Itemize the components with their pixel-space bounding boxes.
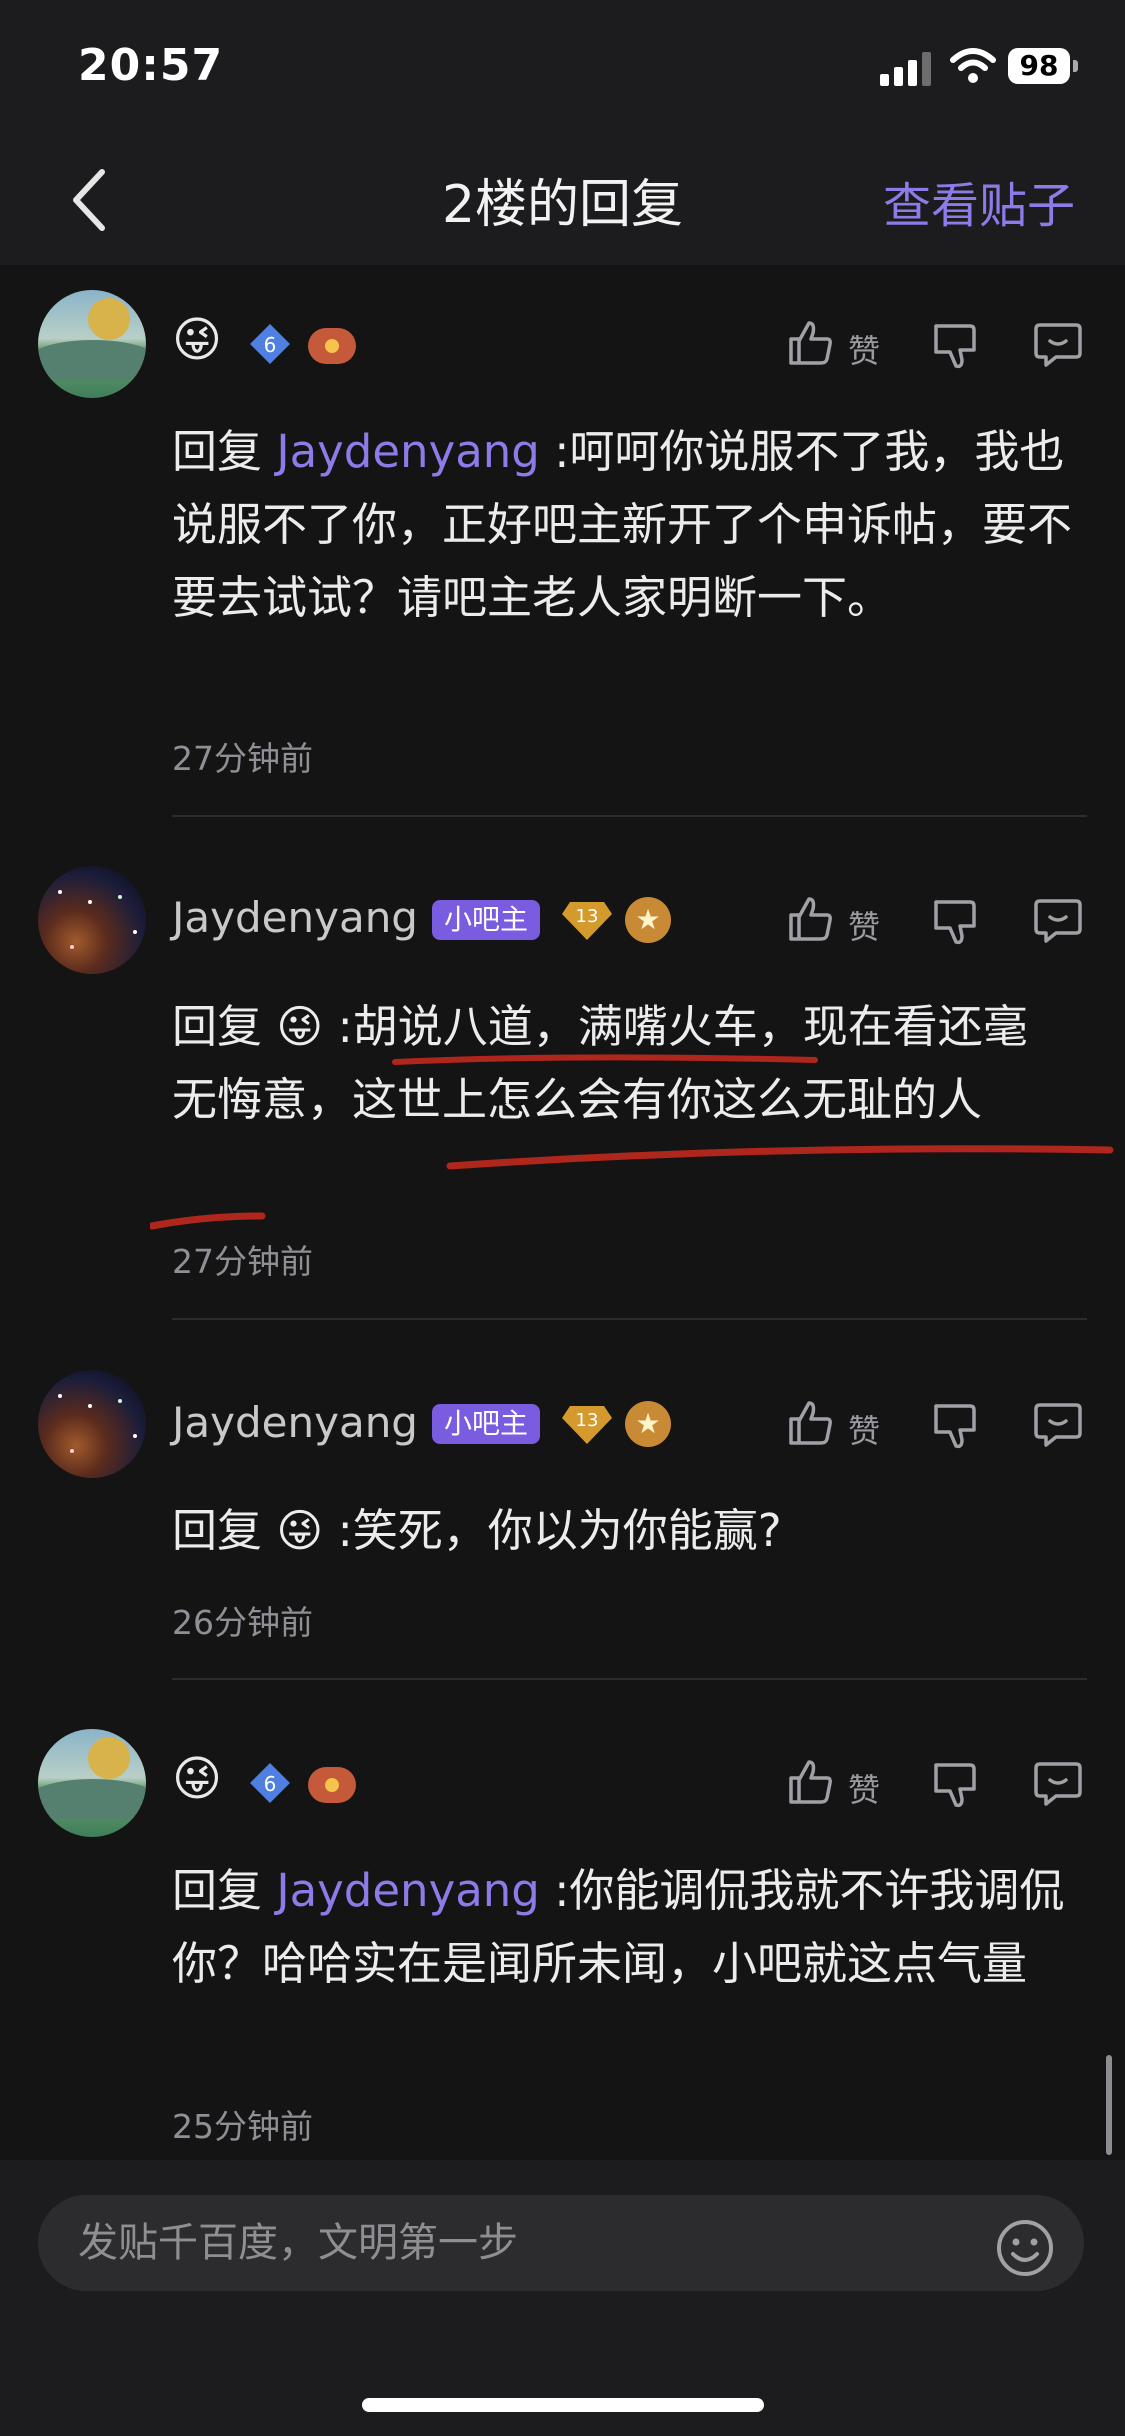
status-time: 20:57 <box>78 40 224 91</box>
comment-icon[interactable] <box>1032 1756 1084 1808</box>
wifi-icon <box>950 48 996 83</box>
svg-text:13: 13 <box>576 1410 599 1431</box>
user-emoji: 😜 <box>172 1751 223 1807</box>
reply-time: 25分钟前 <box>172 2107 313 2146</box>
comment-icon[interactable] <box>1032 317 1084 369</box>
level-badge-icon: 13 <box>562 902 612 940</box>
reply-time: 27分钟前 <box>172 739 313 778</box>
avatar[interactable] <box>38 866 146 974</box>
admin-badge: 小吧主 <box>432 1404 541 1444</box>
like-label[interactable]: 赞 <box>848 326 880 372</box>
gamepad-icon <box>308 328 356 364</box>
view-post-button[interactable]: 查看贴子 <box>883 166 1075 236</box>
thumbs-down-icon[interactable] <box>930 320 982 372</box>
level-badge-icon: 6 <box>250 1763 290 1803</box>
reply-time: 26分钟前 <box>172 1603 313 1642</box>
username[interactable]: Jaydenyang <box>172 1398 418 1447</box>
thumbs-up-icon[interactable] <box>785 317 837 369</box>
avatar[interactable] <box>38 1729 146 1837</box>
divider <box>172 1318 1087 1320</box>
level-badge-icon: 13 <box>562 1406 612 1444</box>
comment-icon[interactable] <box>1032 893 1084 945</box>
thumbs-down-icon[interactable] <box>930 896 982 948</box>
signal-icon <box>880 52 931 86</box>
username[interactable]: Jaydenyang <box>172 893 418 942</box>
comment-icon[interactable] <box>1032 1397 1084 1449</box>
smiley-icon[interactable] <box>995 2218 1055 2278</box>
mention-link[interactable]: Jaydenyang <box>276 425 540 478</box>
reply-prefix: 回复 <box>172 425 263 478</box>
reply-content: 回复 😜 :笑死，你以为你能赢? <box>172 1494 1072 1567</box>
thumbs-up-icon[interactable] <box>785 1756 837 1808</box>
mention-link[interactable]: Jaydenyang <box>276 1864 540 1917</box>
reply-prefix: 回复 <box>172 1864 263 1917</box>
admin-badge: 小吧主 <box>432 900 541 940</box>
avatar[interactable] <box>38 1370 146 1478</box>
reply-content: 回复 Jaydenyang :你能调侃我就不许我调侃你？哈哈实在是闻所未闻，小吧… <box>172 1854 1072 2000</box>
home-indicator <box>362 2398 764 2412</box>
like-label[interactable]: 赞 <box>848 1406 880 1452</box>
medal-icon: ★ <box>625 897 671 943</box>
thumbs-up-icon[interactable] <box>785 1397 837 1449</box>
divider <box>172 1678 1087 1680</box>
thumbs-down-icon[interactable] <box>930 1400 982 1452</box>
svg-text:6: 6 <box>264 1772 277 1796</box>
svg-text:13: 13 <box>576 906 599 927</box>
svg-text:6: 6 <box>264 333 277 357</box>
like-label[interactable]: 赞 <box>848 902 880 948</box>
scrollbar[interactable] <box>1106 2055 1112 2155</box>
battery-icon: 98 <box>1008 48 1078 84</box>
level-badge-icon: 6 <box>250 324 290 364</box>
gamepad-icon <box>308 1767 356 1803</box>
reply-content: 回复 Jaydenyang :呵呵你说服不了我，我也说服不了你，正好吧主新开了个… <box>172 415 1072 634</box>
reply-time: 27分钟前 <box>172 1242 313 1281</box>
red-underline-annotation <box>150 1054 1114 1230</box>
like-label[interactable]: 赞 <box>848 1765 880 1811</box>
medal-icon: ★ <box>625 1401 671 1447</box>
reply-prefix: 回复 <box>172 1504 263 1557</box>
mention-emoji[interactable]: 😜 <box>276 1504 323 1557</box>
reply-text: :笑死，你以为你能赢? <box>337 1504 782 1557</box>
thumbs-up-icon[interactable] <box>785 893 837 945</box>
avatar[interactable] <box>38 290 146 398</box>
user-emoji: 😜 <box>172 312 223 368</box>
thumbs-down-icon[interactable] <box>930 1759 982 1811</box>
comment-input[interactable]: 发贴千百度，文明第一步 <box>38 2195 1084 2291</box>
divider <box>172 815 1087 817</box>
